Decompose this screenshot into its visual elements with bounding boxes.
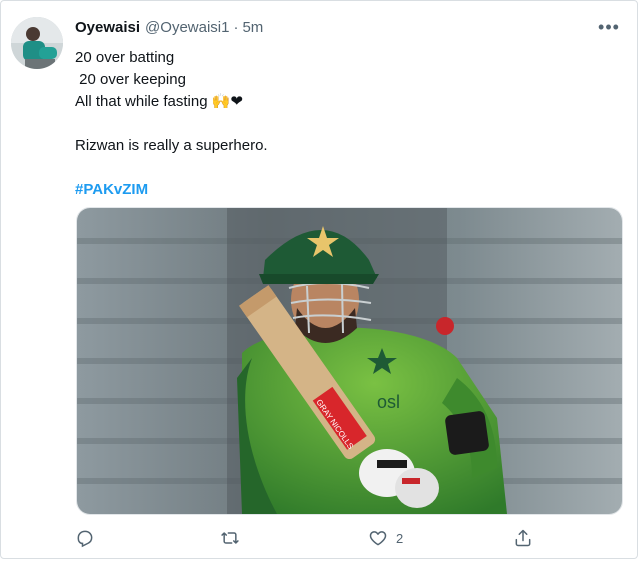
- heart-icon: [369, 531, 387, 546]
- share-icon: [515, 529, 531, 547]
- tweet-statement: Rizwan is really a superhero.: [75, 137, 268, 154]
- share-button[interactable]: [513, 526, 533, 550]
- tweet-line-text: All that while fasting 🙌❤: [75, 93, 243, 110]
- header-separator: ·: [233, 19, 239, 36]
- like-button[interactable]: 2: [368, 526, 403, 550]
- avatar-image: [11, 17, 63, 69]
- reply-icon: [77, 530, 93, 548]
- tweet-line: All that while fasting 🙌❤: [75, 91, 615, 113]
- reply-button[interactable]: [75, 526, 95, 550]
- cricketer-photo: osl GRAY NICOLLS: [77, 208, 622, 514]
- tweet-line: 20 over keeping: [75, 71, 186, 88]
- tweet-media[interactable]: osl GRAY NICOLLS: [76, 207, 623, 515]
- timestamp[interactable]: 5m: [242, 19, 263, 36]
- tweet-line: 20 over batting: [75, 49, 175, 66]
- tweet-actions: 2: [75, 526, 555, 552]
- retweet-button[interactable]: [220, 526, 240, 550]
- more-options-button[interactable]: •••: [595, 16, 623, 38]
- user-handle[interactable]: @Oyewaisi1: [145, 19, 229, 36]
- tweet-text: 20 over batting 20 over keeping All that…: [75, 47, 615, 201]
- display-name[interactable]: Oyewaisi: [75, 19, 140, 36]
- tweet-header: Oyewaisi @Oyewaisi1 · 5m: [75, 19, 617, 36]
- more-horizontal-icon: •••: [598, 16, 620, 37]
- tweet-card[interactable]: Oyewaisi @Oyewaisi1 · 5m ••• 20 over bat…: [0, 0, 638, 559]
- retweet-icon: [221, 532, 239, 544]
- like-count: 2: [396, 530, 404, 546]
- hashtag-link[interactable]: #PAKvZIM: [75, 179, 615, 201]
- sponsor-text: osl: [377, 392, 400, 412]
- avatar[interactable]: [11, 17, 63, 69]
